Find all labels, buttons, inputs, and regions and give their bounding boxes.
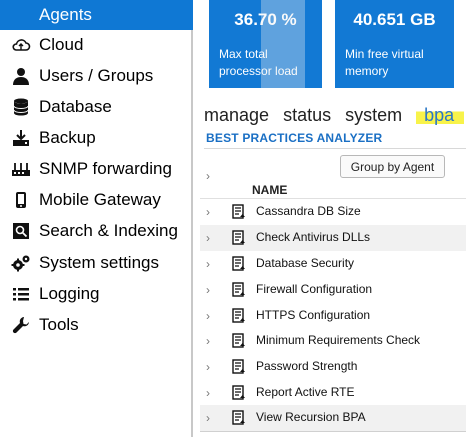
- sidebar-item-database[interactable]: Database: [0, 92, 193, 122]
- sidebar-item-snmp-forwarding[interactable]: SNMP forwarding: [0, 154, 193, 184]
- section-divider: [204, 148, 466, 149]
- tab-bpa[interactable]: bpa: [416, 105, 465, 126]
- row-name: View Recursion BPA: [256, 410, 366, 424]
- table-row[interactable]: › Password Strength: [200, 354, 466, 380]
- table-row[interactable]: › Report Active RTE: [200, 380, 466, 406]
- sidebar-item-mobile-gateway[interactable]: Mobile Gateway: [0, 185, 193, 215]
- chevron-right-icon[interactable]: ›: [206, 206, 210, 218]
- sidebar-item-label: SNMP forwarding: [39, 159, 172, 178]
- backup-icon: [11, 128, 31, 148]
- report-icon: [232, 230, 246, 246]
- chevron-right-icon[interactable]: ›: [206, 284, 210, 296]
- report-icon: [232, 308, 246, 324]
- sidebar: Agents Cloud Users / Groups Database Bac…: [0, 0, 193, 437]
- chevron-right-icon[interactable]: ›: [206, 387, 210, 399]
- tile-obscured-area: [261, 0, 305, 88]
- search-icon: [11, 221, 31, 241]
- gears-icon: [11, 253, 31, 273]
- cpu-load-tile[interactable]: 36.70 % Max total processor load: [209, 0, 322, 88]
- report-icon: [232, 333, 246, 349]
- user-icon: [11, 66, 31, 86]
- sidebar-item-users-groups[interactable]: Users / Groups: [0, 61, 193, 91]
- chevron-right-icon[interactable]: ›: [206, 258, 210, 270]
- cloud-icon: [11, 35, 31, 55]
- snmp-icon: [11, 159, 31, 179]
- tab-manage[interactable]: manage: [204, 105, 269, 126]
- chevron-right-icon[interactable]: ›: [206, 412, 210, 424]
- report-icon: [232, 410, 246, 426]
- tab-bar: manage status system bpa: [204, 105, 474, 126]
- report-icon: [232, 204, 246, 220]
- mobile-icon: [11, 190, 31, 210]
- sidebar-item-label: Search & Indexing: [39, 221, 178, 240]
- free-memory-tile[interactable]: 40.651 GB Min free virtual memory: [335, 0, 454, 88]
- column-header-name[interactable]: NAME: [252, 183, 287, 197]
- row-name: Firewall Configuration: [256, 282, 373, 296]
- database-icon: [11, 97, 31, 117]
- chevron-right-icon[interactable]: ›: [206, 335, 210, 347]
- sidebar-item-label: Logging: [39, 284, 100, 303]
- table-row[interactable]: › Minimum Requirements Check: [200, 328, 466, 354]
- row-name: Password Strength: [256, 359, 358, 373]
- sidebar-item-cloud[interactable]: Cloud: [0, 30, 193, 60]
- row-name: Report Active RTE: [256, 385, 355, 399]
- chevron-right-icon[interactable]: ›: [206, 361, 210, 373]
- table-row[interactable]: › Firewall Configuration: [200, 277, 466, 303]
- table-row[interactable]: › Check Antivirus DLLs: [200, 225, 466, 251]
- table-bottom-border: [200, 431, 466, 432]
- row-name: Cassandra DB Size: [256, 204, 361, 218]
- expand-all-chevron-icon[interactable]: ›: [206, 170, 216, 182]
- table-row[interactable]: › HTTPS Configuration: [200, 303, 466, 329]
- report-icon: [232, 359, 246, 375]
- tile-caption: Min free virtual memory: [345, 47, 424, 78]
- sidebar-item-label: Database: [39, 97, 112, 116]
- row-name: Check Antivirus DLLs: [256, 230, 371, 244]
- row-name: Minimum Requirements Check: [256, 333, 421, 347]
- table-row[interactable]: › Cassandra DB Size: [200, 199, 466, 225]
- sidebar-item-logging[interactable]: Logging: [0, 279, 193, 309]
- report-icon: [232, 282, 246, 298]
- sidebar-item-system-settings[interactable]: System settings: [0, 248, 193, 278]
- report-icon: [232, 256, 246, 272]
- sidebar-item-label: Users / Groups: [39, 66, 154, 85]
- chevron-right-icon[interactable]: ›: [206, 232, 210, 244]
- sidebar-item-label: Mobile Gateway: [39, 190, 161, 209]
- chevron-right-icon[interactable]: ›: [206, 310, 210, 322]
- group-by-agent-button[interactable]: Group by Agent: [340, 155, 445, 178]
- sidebar-item-label: Agents: [39, 5, 92, 24]
- sidebar-item-label: Backup: [39, 128, 96, 147]
- table-row[interactable]: › View Recursion BPA: [200, 405, 466, 431]
- sidebar-item-label: Tools: [39, 315, 79, 334]
- wrench-icon: [11, 315, 31, 335]
- list-icon: [11, 284, 31, 304]
- table-row[interactable]: › Database Security: [200, 251, 466, 277]
- section-title: BEST PRACTICES ANALYZER: [206, 131, 383, 145]
- row-name: Database Security: [256, 256, 355, 270]
- sidebar-item-label: Cloud: [39, 35, 84, 54]
- sidebar-item-label: System settings: [39, 253, 159, 272]
- tab-system[interactable]: system: [345, 105, 402, 126]
- tab-status[interactable]: status: [283, 105, 331, 126]
- sidebar-item-agents[interactable]: Agents: [0, 0, 193, 30]
- sidebar-item-backup[interactable]: Backup: [0, 123, 193, 153]
- tile-value: 40.651 GB: [353, 10, 436, 29]
- row-name: HTTPS Configuration: [256, 308, 371, 322]
- report-icon: [232, 385, 246, 401]
- sidebar-item-tools[interactable]: Tools: [0, 310, 193, 340]
- sidebar-item-search-indexing[interactable]: Search & Indexing: [0, 216, 193, 246]
